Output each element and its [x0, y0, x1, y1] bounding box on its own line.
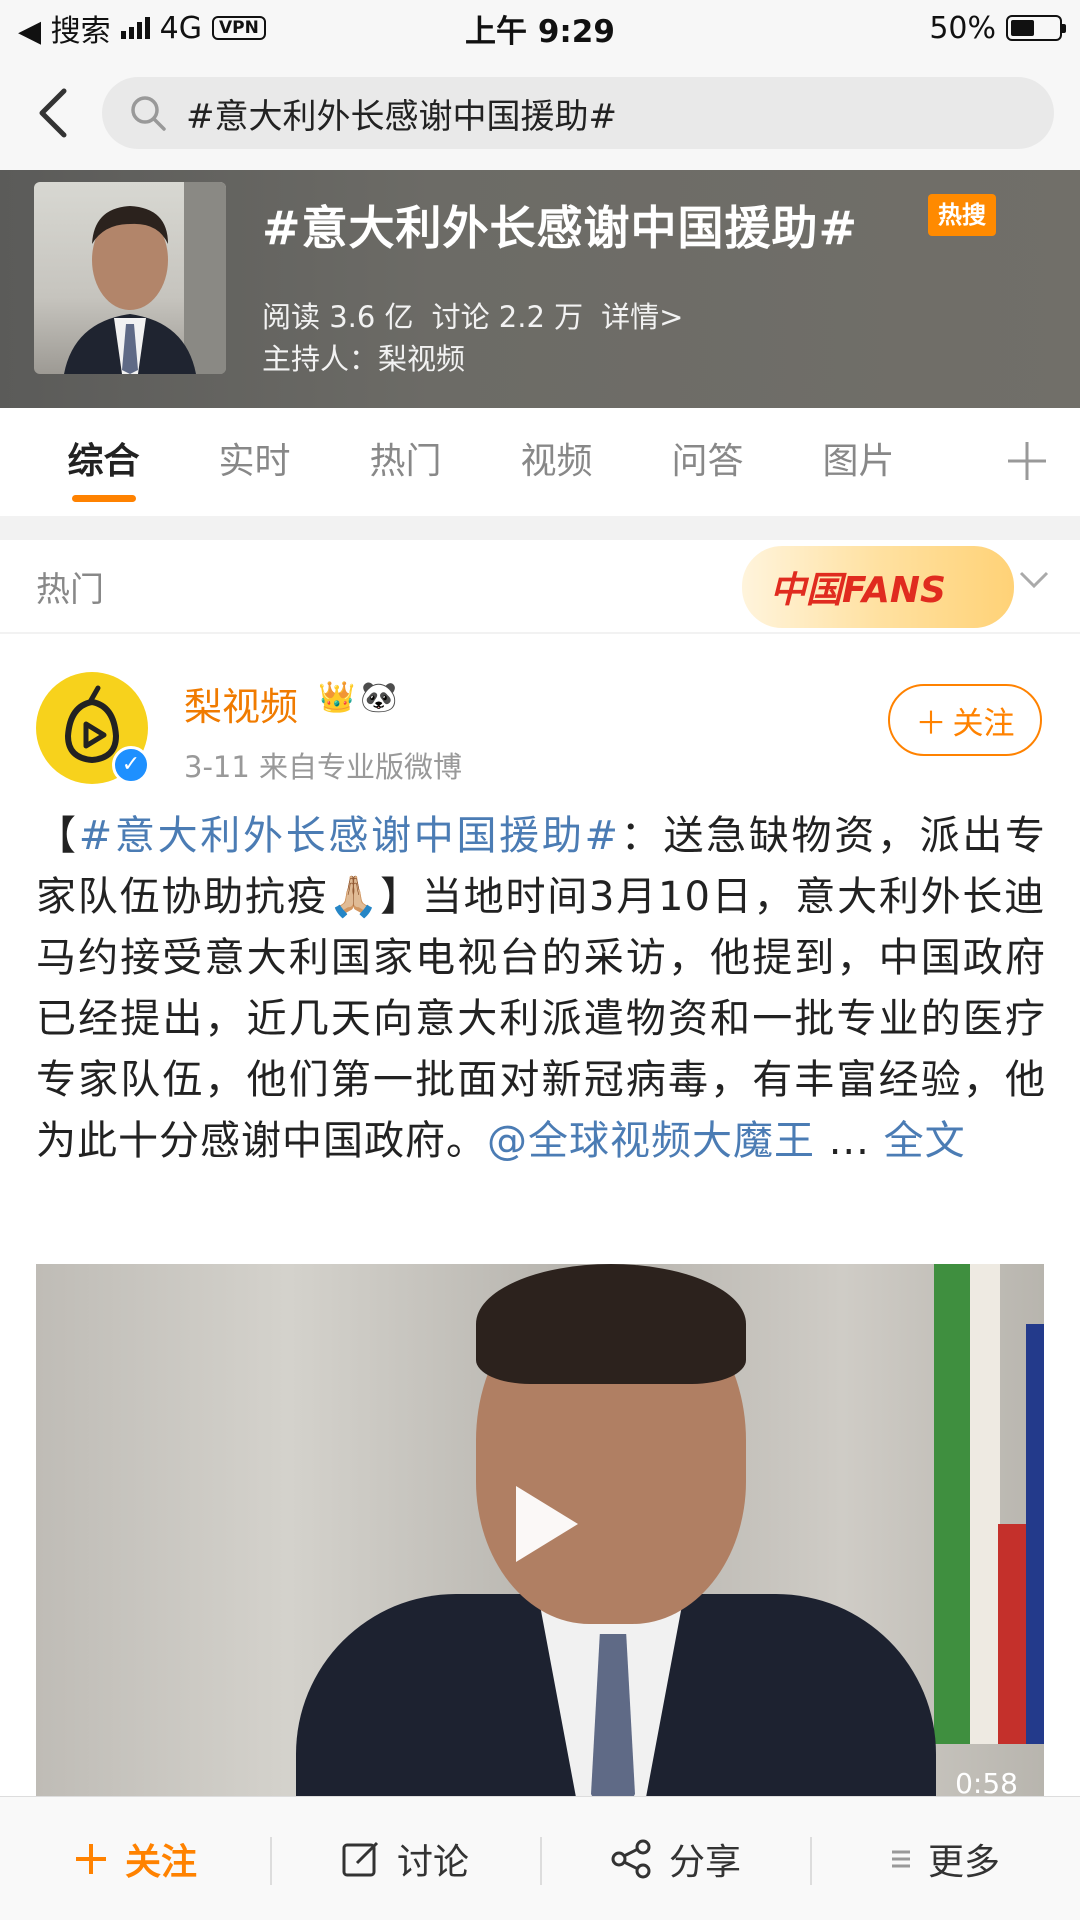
clock: 上午 9:29 — [465, 13, 615, 50]
status-bar: ◀ 搜索 4G VPN 上午 9:29 50% — [0, 0, 1080, 56]
discuss-button[interactable]: 讨论 — [270, 1797, 540, 1920]
tab-images[interactable]: 图片 — [783, 408, 934, 516]
search-query: #意大利外长感谢中国援助# — [186, 96, 617, 137]
vpn-badge: VPN — [211, 16, 266, 40]
topic-cover-image — [34, 182, 226, 374]
post-text: 【#意大利外长感谢中国援助#：送急缺物资，派出专家队伍协助抗疫🙏🏼】当地时间3月… — [36, 806, 1046, 1172]
topic-title: #意大利外长感谢中国援助# — [262, 201, 859, 255]
network-type: 4G — [159, 10, 202, 46]
ellipsis: ... — [815, 1118, 884, 1164]
flag-stripe — [998, 1524, 1028, 1744]
hot-search-badge: 热搜 — [928, 194, 996, 236]
bottom-toolbar: 关注 讨论 分享 更多 — [0, 1796, 1080, 1920]
more-label: 更多 — [927, 1841, 1000, 1883]
follow-topic-button[interactable]: 关注 — [0, 1797, 270, 1920]
share-icon — [611, 1839, 651, 1878]
search-input[interactable]: #意大利外长感谢中国援助# — [102, 77, 1054, 149]
tab-qa[interactable]: 问答 — [632, 408, 783, 516]
crown-badge-icon: 👑 — [318, 680, 356, 715]
back-to-app-link[interactable]: ◀ 搜索 — [18, 6, 111, 50]
battery-icon — [1006, 15, 1066, 41]
topic-host[interactable]: 主持人：梨视频 — [262, 336, 465, 378]
post-card: ✓ 梨视频 👑 🐼 3-11 来自专业版微博 ＋ 关注 【#意大利外长感谢中国援… — [0, 634, 1080, 1796]
read-count: 阅读 3.6 亿 — [262, 300, 414, 334]
flag-stripe — [970, 1264, 1000, 1744]
flag-stripe — [1026, 1324, 1044, 1744]
play-icon[interactable] — [516, 1486, 578, 1562]
back-button[interactable] — [22, 83, 82, 143]
hashtag-link[interactable]: #意大利外长感谢中国援助# — [79, 813, 619, 859]
tab-bar: 综合 实时 热门 视频 问答 图片 — [0, 408, 1080, 516]
follow-button[interactable]: ＋ 关注 — [888, 684, 1042, 756]
edit-icon — [342, 1841, 379, 1876]
china-fans-banner[interactable]: 中国FANS — [742, 546, 1014, 628]
search-icon — [131, 96, 166, 131]
verified-icon: ✓ — [112, 746, 150, 784]
emoji: 🙏🏼 — [328, 874, 381, 920]
follow-topic-label: 关注 — [124, 1841, 197, 1883]
chevron-left-icon — [39, 88, 67, 138]
video-person-hair — [476, 1264, 746, 1384]
tab-realtime[interactable]: 实时 — [179, 408, 330, 516]
full-text-link[interactable]: 全文 — [884, 1118, 966, 1164]
topic-header: #意大利外长感谢中国援助# 热搜 阅读 3.6 亿 讨论 2.2 万 详情> 主… — [0, 170, 1080, 408]
share-button[interactable]: 分享 — [540, 1797, 810, 1920]
menu-icon — [891, 1850, 910, 1867]
search-header: #意大利外长感谢中国援助# — [0, 56, 1080, 170]
more-button[interactable]: 更多 — [810, 1797, 1080, 1920]
video-player[interactable]: 0:58 — [36, 1264, 1044, 1796]
tab-video[interactable]: 视频 — [481, 408, 632, 516]
details-link[interactable]: 详情> — [601, 294, 683, 336]
author-name[interactable]: 梨视频 — [184, 676, 298, 731]
post-meta: 3-11 来自专业版微博 — [184, 750, 463, 784]
plus-icon — [75, 1843, 106, 1874]
tab-general[interactable]: 综合 — [28, 408, 179, 516]
discuss-label: 讨论 — [396, 1841, 469, 1883]
section-title: 热门 — [36, 569, 104, 610]
battery-percent: 50% — [929, 10, 996, 46]
tab-hot[interactable]: 热门 — [330, 408, 481, 516]
bracket-open: 【 — [36, 813, 79, 859]
mention-link[interactable]: @全球视频大魔王 — [487, 1118, 815, 1164]
discussion-count: 讨论 2.2 万 — [431, 300, 584, 334]
topic-stats: 阅读 3.6 亿 讨论 2.2 万 详情> — [262, 294, 683, 336]
signal-icon — [120, 17, 150, 39]
follow-label: 关注 — [952, 705, 1015, 742]
fans-badge-label: 中国FANS — [770, 570, 946, 611]
add-tab-icon[interactable] — [1002, 436, 1052, 486]
section-header: 热门 中国FANS — [0, 540, 1080, 632]
video-duration: 0:58 — [955, 1767, 1018, 1796]
share-label: 分享 — [668, 1841, 741, 1883]
panda-badge-icon: 🐼 — [360, 680, 398, 715]
plus-icon: ＋ — [915, 705, 947, 742]
chevron-down-icon[interactable] — [1018, 570, 1050, 590]
flag-stripe — [934, 1264, 970, 1744]
